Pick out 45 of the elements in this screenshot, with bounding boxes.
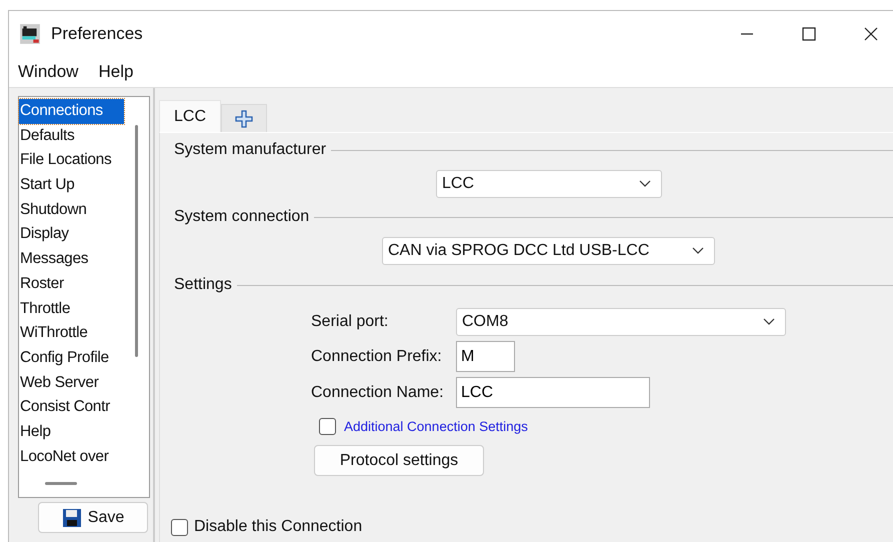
sidebar-item[interactable]: Roster bbox=[19, 272, 124, 296]
input-field[interactable]: M bbox=[456, 341, 515, 372]
section-title: Settings bbox=[174, 276, 232, 294]
sidebar-item[interactable]: Defaults bbox=[19, 124, 124, 148]
dropdown[interactable]: LCC bbox=[436, 170, 662, 198]
tab[interactable]: LCC bbox=[159, 100, 222, 132]
sidebar-item[interactable]: Consist Contr bbox=[19, 395, 124, 420]
sidebar-item[interactable]: Web Server bbox=[19, 370, 124, 396]
field-label: Connection Name: bbox=[311, 384, 445, 402]
field-label: Connection Prefix: bbox=[311, 348, 443, 366]
section-title: System connection bbox=[174, 208, 310, 226]
add-tab[interactable] bbox=[221, 104, 268, 132]
sidebar-item[interactable]: LocoNet over bbox=[19, 444, 124, 470]
scroll-thumb[interactable] bbox=[45, 482, 77, 485]
checkbox-label: Disable this Connection bbox=[194, 518, 362, 536]
input-field[interactable]: LCC bbox=[456, 377, 650, 408]
additional-settings-link[interactable]: Additional Connection Settings bbox=[344, 419, 528, 434]
sidebar-item[interactable]: Shutdown bbox=[19, 198, 124, 222]
checkbox[interactable] bbox=[319, 418, 336, 435]
sidebar-item[interactable]: Config Profile bbox=[19, 346, 124, 371]
chevron-down-icon bbox=[692, 247, 704, 255]
checkbox[interactable] bbox=[171, 518, 188, 536]
menu-item[interactable]: Window bbox=[18, 62, 78, 82]
close-icon[interactable] bbox=[863, 26, 879, 42]
sidebar-item[interactable]: Connections bbox=[19, 99, 124, 124]
dropdown[interactable]: COM8 bbox=[456, 308, 786, 336]
dropdown[interactable]: CAN via SPROG DCC Ltd USB-LCC bbox=[382, 237, 715, 265]
sidebar-item[interactable]: Display bbox=[19, 222, 124, 248]
menu-item[interactable]: Help bbox=[98, 62, 134, 82]
sidebar-item[interactable]: Help bbox=[19, 420, 124, 445]
scroll-thumb[interactable] bbox=[135, 125, 138, 357]
chevron-down-icon bbox=[763, 318, 775, 326]
protocol-settings-button[interactable]: Protocol settings bbox=[314, 445, 484, 476]
sidebar-item[interactable]: Start Up bbox=[19, 173, 124, 198]
section-title: System manufacturer bbox=[174, 141, 326, 159]
sidebar-item[interactable]: WiThrottle bbox=[19, 321, 124, 346]
chevron-down-icon bbox=[639, 180, 651, 188]
sidebar-item[interactable]: Messages bbox=[19, 247, 124, 272]
save-button[interactable]: Save bbox=[38, 502, 148, 533]
field-label: Serial port: bbox=[311, 313, 390, 331]
sidebar-item[interactable]: File Locations bbox=[19, 148, 124, 174]
window-title: Preferences bbox=[51, 24, 143, 44]
sidebar-item[interactable]: Throttle bbox=[19, 296, 124, 322]
maximize-icon[interactable] bbox=[801, 26, 817, 42]
plus-icon bbox=[235, 110, 254, 128]
